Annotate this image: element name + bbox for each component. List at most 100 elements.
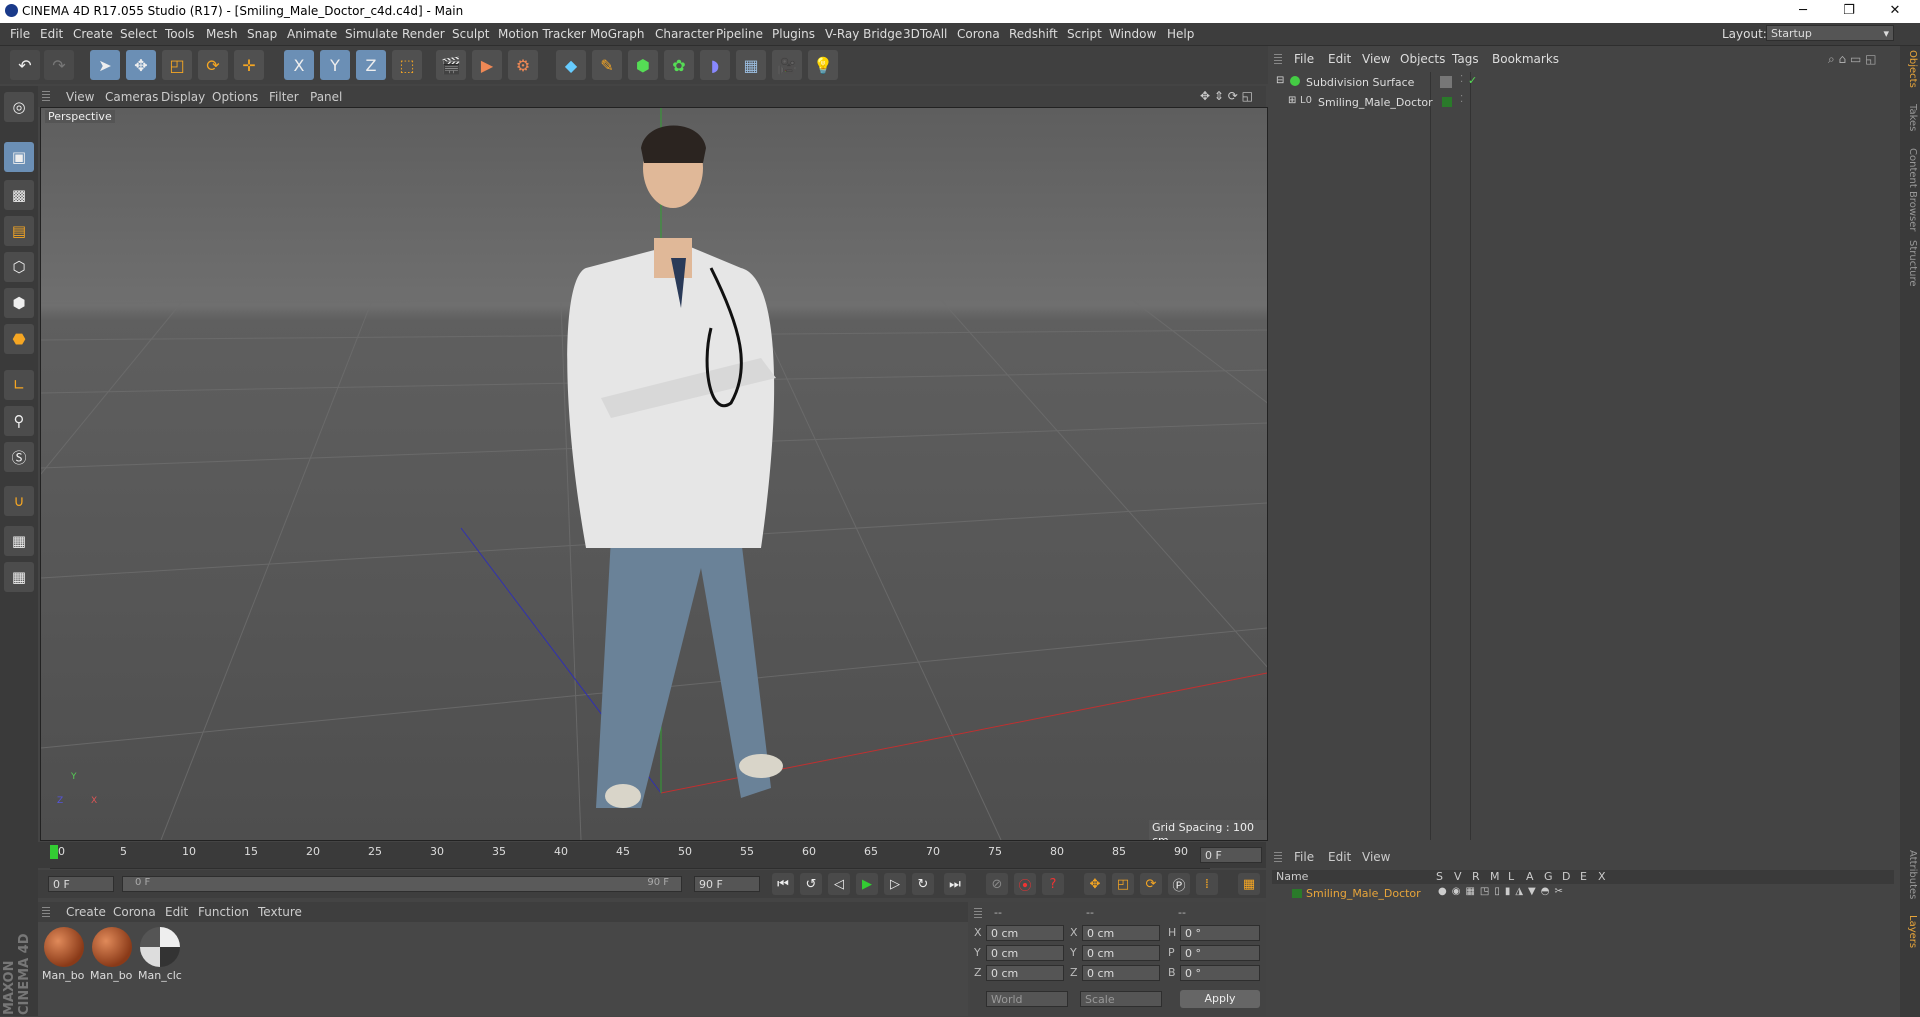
- workplane-icon[interactable]: ▤: [4, 216, 34, 246]
- rotation-b-field[interactable]: 0 °: [1180, 965, 1260, 981]
- key-scale-icon[interactable]: ◰: [1112, 873, 1134, 895]
- layout-dropdown[interactable]: Startup ▾: [1766, 25, 1894, 41]
- rotation-h-field[interactable]: 0 °: [1180, 925, 1260, 941]
- axis-mode-icon[interactable]: ∟: [4, 370, 34, 400]
- material-item[interactable]: Man_clc: [138, 925, 182, 985]
- position-y-field[interactable]: 0 cm: [986, 945, 1064, 961]
- enabled-check-icon[interactable]: ✓: [1468, 74, 1477, 87]
- object-menu-file[interactable]: File: [1294, 52, 1314, 66]
- menu-render[interactable]: Render: [402, 27, 445, 41]
- tab-layers[interactable]: Layers: [1902, 915, 1918, 948]
- apply-button[interactable]: Apply: [1180, 990, 1260, 1008]
- previous-key-icon[interactable]: ↺: [800, 873, 822, 895]
- tab-objects[interactable]: Objects: [1902, 50, 1918, 88]
- tweak-mode-icon[interactable]: ⚲: [4, 406, 34, 436]
- go-to-start-icon[interactable]: ⏮: [772, 873, 794, 895]
- layer-menu-file[interactable]: File: [1294, 850, 1314, 864]
- visibility-dots-icon[interactable]: ⁚: [1460, 94, 1463, 105]
- position-z-field[interactable]: 0 cm: [986, 965, 1064, 981]
- redo-icon[interactable]: ↷: [44, 50, 74, 80]
- keyframe-selection-icon[interactable]: ?: [1042, 873, 1064, 895]
- size-x-field[interactable]: 0 cm: [1082, 925, 1160, 941]
- viewport-menu-filter[interactable]: Filter: [269, 90, 299, 104]
- menu-help[interactable]: Help: [1167, 27, 1194, 41]
- viewport-nav-icons[interactable]: ✥ ⇕ ⟳ ◱: [1200, 89, 1253, 103]
- x-axis-icon[interactable]: X: [284, 50, 314, 80]
- menu-file[interactable]: File: [10, 27, 30, 41]
- position-x-field[interactable]: 0 cm: [986, 925, 1064, 941]
- menu-window[interactable]: Window: [1109, 27, 1156, 41]
- layer-toggle-icons[interactable]: ●◉▦◳▯▮◮▼◓✂: [1438, 886, 1568, 897]
- y-axis-icon[interactable]: Y: [320, 50, 350, 80]
- menu-vray-bridge[interactable]: V-Ray Bridge: [825, 27, 902, 41]
- menu-corona[interactable]: Corona: [957, 27, 1000, 41]
- tab-attributes[interactable]: Attributes: [1902, 850, 1918, 899]
- object-manager-tool-icons[interactable]: ⌕ ⌂ ▭ ◱: [1828, 52, 1876, 67]
- menu-mesh[interactable]: Mesh: [206, 27, 238, 41]
- menu-motion-tracker[interactable]: Motion Tracker: [498, 27, 586, 41]
- subdivision-icon[interactable]: ⬢: [628, 50, 658, 80]
- viewport-menu-options[interactable]: Options: [212, 90, 258, 104]
- material-item[interactable]: Man_bo: [90, 925, 134, 985]
- viewport-menu-panel[interactable]: Panel: [310, 90, 342, 104]
- menu-select[interactable]: Select: [120, 27, 157, 41]
- range-slider[interactable]: 0 F 90 F: [122, 876, 682, 892]
- object-menu-view[interactable]: View: [1362, 52, 1390, 66]
- visibility-dots-icon[interactable]: ⁚: [1460, 74, 1463, 85]
- planar-workplane-icon[interactable]: ▦: [4, 562, 34, 592]
- timeline[interactable]: 0 5 10 15 20 25 30 35 40 45 50 55 60 65 70 75 80 85 90 0 F: [38, 842, 1266, 869]
- z-axis-icon[interactable]: Z: [356, 50, 386, 80]
- move-icon[interactable]: ✥: [126, 50, 156, 80]
- playhead[interactable]: [50, 845, 58, 859]
- object-menu-tags[interactable]: Tags: [1452, 52, 1479, 66]
- polygons-mode-icon[interactable]: ⬣: [4, 324, 34, 354]
- size-z-field[interactable]: 0 cm: [1082, 965, 1160, 981]
- object-row-subdivision[interactable]: ⊟ Subdivision Surface ⁚ ✓: [1272, 74, 1898, 92]
- key-parameter-icon[interactable]: Ⓟ: [1168, 873, 1190, 895]
- coordinate-system-icon[interactable]: ⬚: [392, 50, 422, 80]
- material-menu-texture[interactable]: Texture: [258, 905, 302, 919]
- size-y-field[interactable]: 0 cm: [1082, 945, 1160, 961]
- current-frame-field[interactable]: 0 F: [1200, 847, 1262, 863]
- array-icon[interactable]: ✿: [664, 50, 694, 80]
- go-to-end-icon[interactable]: ⏭: [944, 873, 966, 895]
- render-picture-viewer-icon[interactable]: ▶: [472, 50, 502, 80]
- drag-handle-icon[interactable]: [1274, 852, 1282, 862]
- select-arrow-icon[interactable]: ➤: [90, 50, 120, 80]
- pen-spline-icon[interactable]: ✎: [592, 50, 622, 80]
- tab-content-browser[interactable]: Content Browser: [1902, 148, 1918, 231]
- viewport[interactable]: Perspective Grid Spacing : 100 cm Y X Z: [40, 107, 1268, 841]
- object-menu-objects[interactable]: Objects: [1400, 52, 1445, 66]
- material-item[interactable]: Man_bo: [42, 925, 86, 985]
- menu-script[interactable]: Script: [1067, 27, 1102, 41]
- transform-icon[interactable]: ✛: [234, 50, 264, 80]
- key-position-icon[interactable]: ✥: [1084, 873, 1106, 895]
- layer-menu-view[interactable]: View: [1362, 850, 1390, 864]
- texture-mode-icon[interactable]: ▩: [4, 180, 34, 210]
- rotation-p-field[interactable]: 0 °: [1180, 945, 1260, 961]
- tab-takes[interactable]: Takes: [1902, 104, 1918, 131]
- record-keys-icon[interactable]: ⊘: [986, 873, 1008, 895]
- material-menu-edit[interactable]: Edit: [165, 905, 188, 919]
- menu-redshift[interactable]: Redshift: [1009, 27, 1058, 41]
- menu-snap[interactable]: Snap: [247, 27, 277, 41]
- menu-3dtoall[interactable]: 3DToAll: [903, 27, 947, 41]
- close-button[interactable]: ✕: [1872, 0, 1918, 23]
- edges-mode-icon[interactable]: ⬢: [4, 288, 34, 318]
- camera-icon[interactable]: 🎥: [772, 50, 802, 80]
- expand-icon[interactable]: ⊞: [1288, 95, 1296, 106]
- object-menu-edit[interactable]: Edit: [1328, 52, 1351, 66]
- start-frame-field[interactable]: 0 F: [48, 876, 114, 892]
- menu-tools[interactable]: Tools: [165, 27, 195, 41]
- next-key-icon[interactable]: ↻: [912, 873, 934, 895]
- collapse-icon[interactable]: ⊟: [1276, 75, 1284, 86]
- make-editable-icon[interactable]: ◎: [4, 92, 34, 122]
- viewport-menu-display[interactable]: Display: [161, 90, 205, 104]
- floor-icon[interactable]: ▦: [736, 50, 766, 80]
- material-menu-create[interactable]: Create: [66, 905, 106, 919]
- material-menu-corona[interactable]: Corona: [113, 905, 156, 919]
- key-rotation-icon[interactable]: ⟳: [1140, 873, 1162, 895]
- render-settings-icon[interactable]: ⚙: [508, 50, 538, 80]
- undo-icon[interactable]: ↶: [10, 50, 40, 80]
- next-frame-icon[interactable]: ▷: [884, 873, 906, 895]
